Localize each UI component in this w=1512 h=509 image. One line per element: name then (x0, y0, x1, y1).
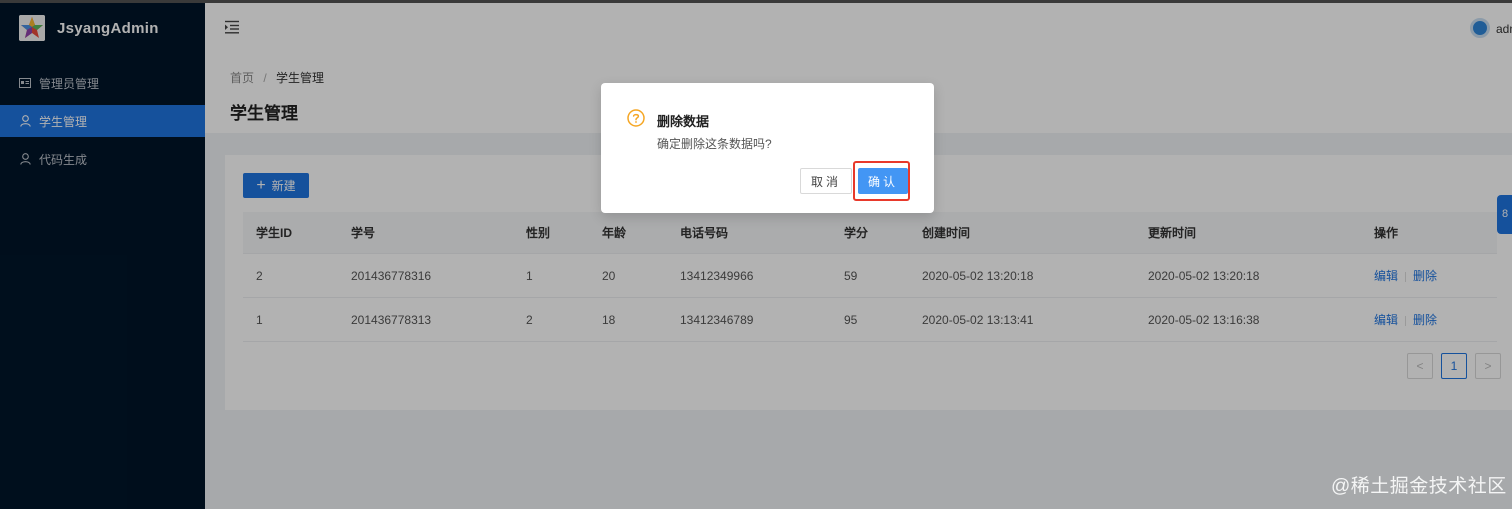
watermark: @稀土掘金技术社区 (1331, 476, 1507, 497)
cancel-button[interactable]: 取消 (800, 168, 852, 194)
modal-title: 删除数据 (657, 114, 710, 129)
modal-content: 确定删除这条数据吗? (657, 137, 772, 151)
confirm-modal: 删除数据 确定删除这条数据吗? 取消 确认 (601, 83, 934, 213)
window-top-border (0, 0, 1512, 3)
annotation-highlight-box (853, 161, 910, 201)
question-circle-icon (627, 109, 645, 127)
modal-mask[interactable] (0, 0, 1512, 509)
